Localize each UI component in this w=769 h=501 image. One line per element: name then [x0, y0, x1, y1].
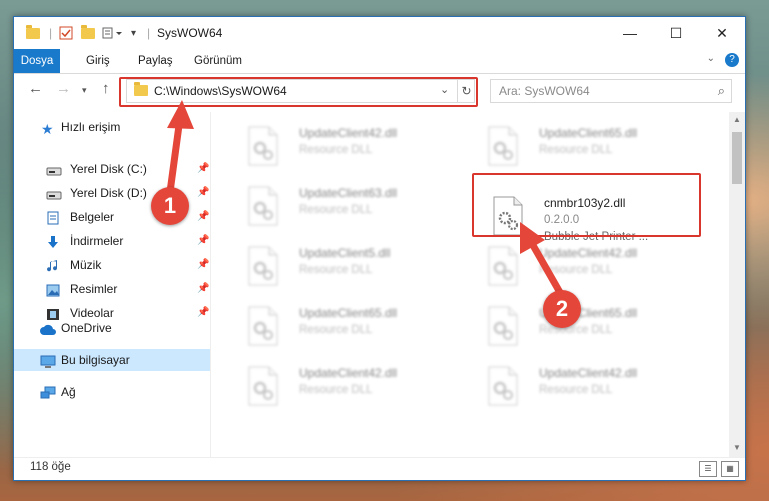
callout-1: 1 [151, 187, 189, 225]
arrow-annotations [166, 100, 566, 300]
arrow-1-line [166, 114, 184, 196]
arrow-1-head [167, 100, 194, 129]
callout-2: 2 [543, 290, 581, 328]
arrow-2-line [526, 236, 566, 300]
